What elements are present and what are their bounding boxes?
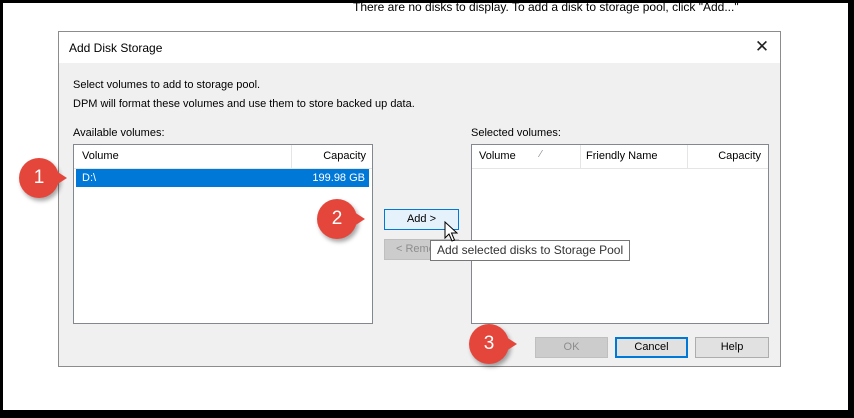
screenshot-canvas: There are no disks to display. To add a … bbox=[3, 3, 848, 410]
callout-badge-1: 1 bbox=[19, 158, 67, 198]
selected-list-header: Volume ⁄ Friendly Name Capacity bbox=[472, 145, 768, 169]
close-icon[interactable]: ✕ bbox=[752, 37, 772, 57]
background-message: There are no disks to display. To add a … bbox=[353, 3, 739, 14]
sort-icon: ⁄ bbox=[540, 149, 542, 160]
mouse-pointer-icon bbox=[444, 221, 458, 242]
table-row[interactable]: D:\ 199.98 GB bbox=[76, 169, 369, 187]
column-friendly-name[interactable]: Friendly Name bbox=[586, 150, 658, 162]
column-volume[interactable]: Volume bbox=[479, 150, 516, 162]
help-button[interactable]: Help bbox=[695, 337, 769, 358]
selected-volumes-label: Selected volumes: bbox=[471, 127, 561, 139]
column-capacity[interactable]: Capacity bbox=[323, 150, 366, 162]
row-capacity: 199.98 GB bbox=[312, 172, 365, 184]
row-volume: D:\ bbox=[82, 172, 97, 184]
title-bar: Add Disk Storage ✕ bbox=[59, 32, 780, 63]
available-list-header: Volume Capacity bbox=[74, 145, 372, 169]
column-divider bbox=[580, 145, 581, 168]
column-divider bbox=[687, 145, 688, 168]
callout-badge-3: 3 bbox=[469, 324, 517, 364]
add-disk-storage-dialog: Add Disk Storage ✕ Select volumes to add… bbox=[58, 31, 781, 367]
column-divider bbox=[291, 145, 292, 168]
selected-volumes-list[interactable]: Volume ⁄ Friendly Name Capacity bbox=[471, 144, 769, 324]
instruction-line-1: Select volumes to add to storage pool. bbox=[73, 79, 261, 91]
column-capacity[interactable]: Capacity bbox=[718, 150, 761, 162]
column-volume[interactable]: Volume bbox=[82, 150, 119, 162]
callout-badge-2: 2 bbox=[317, 199, 365, 239]
available-volumes-label: Available volumes: bbox=[73, 127, 165, 139]
dialog-title: Add Disk Storage bbox=[69, 41, 163, 55]
cancel-button[interactable]: Cancel bbox=[615, 337, 688, 358]
add-button-tooltip: Add selected disks to Storage Pool bbox=[430, 240, 631, 261]
ok-button[interactable]: OK bbox=[535, 337, 608, 358]
instruction-line-2: DPM will format these volumes and use th… bbox=[73, 98, 415, 110]
